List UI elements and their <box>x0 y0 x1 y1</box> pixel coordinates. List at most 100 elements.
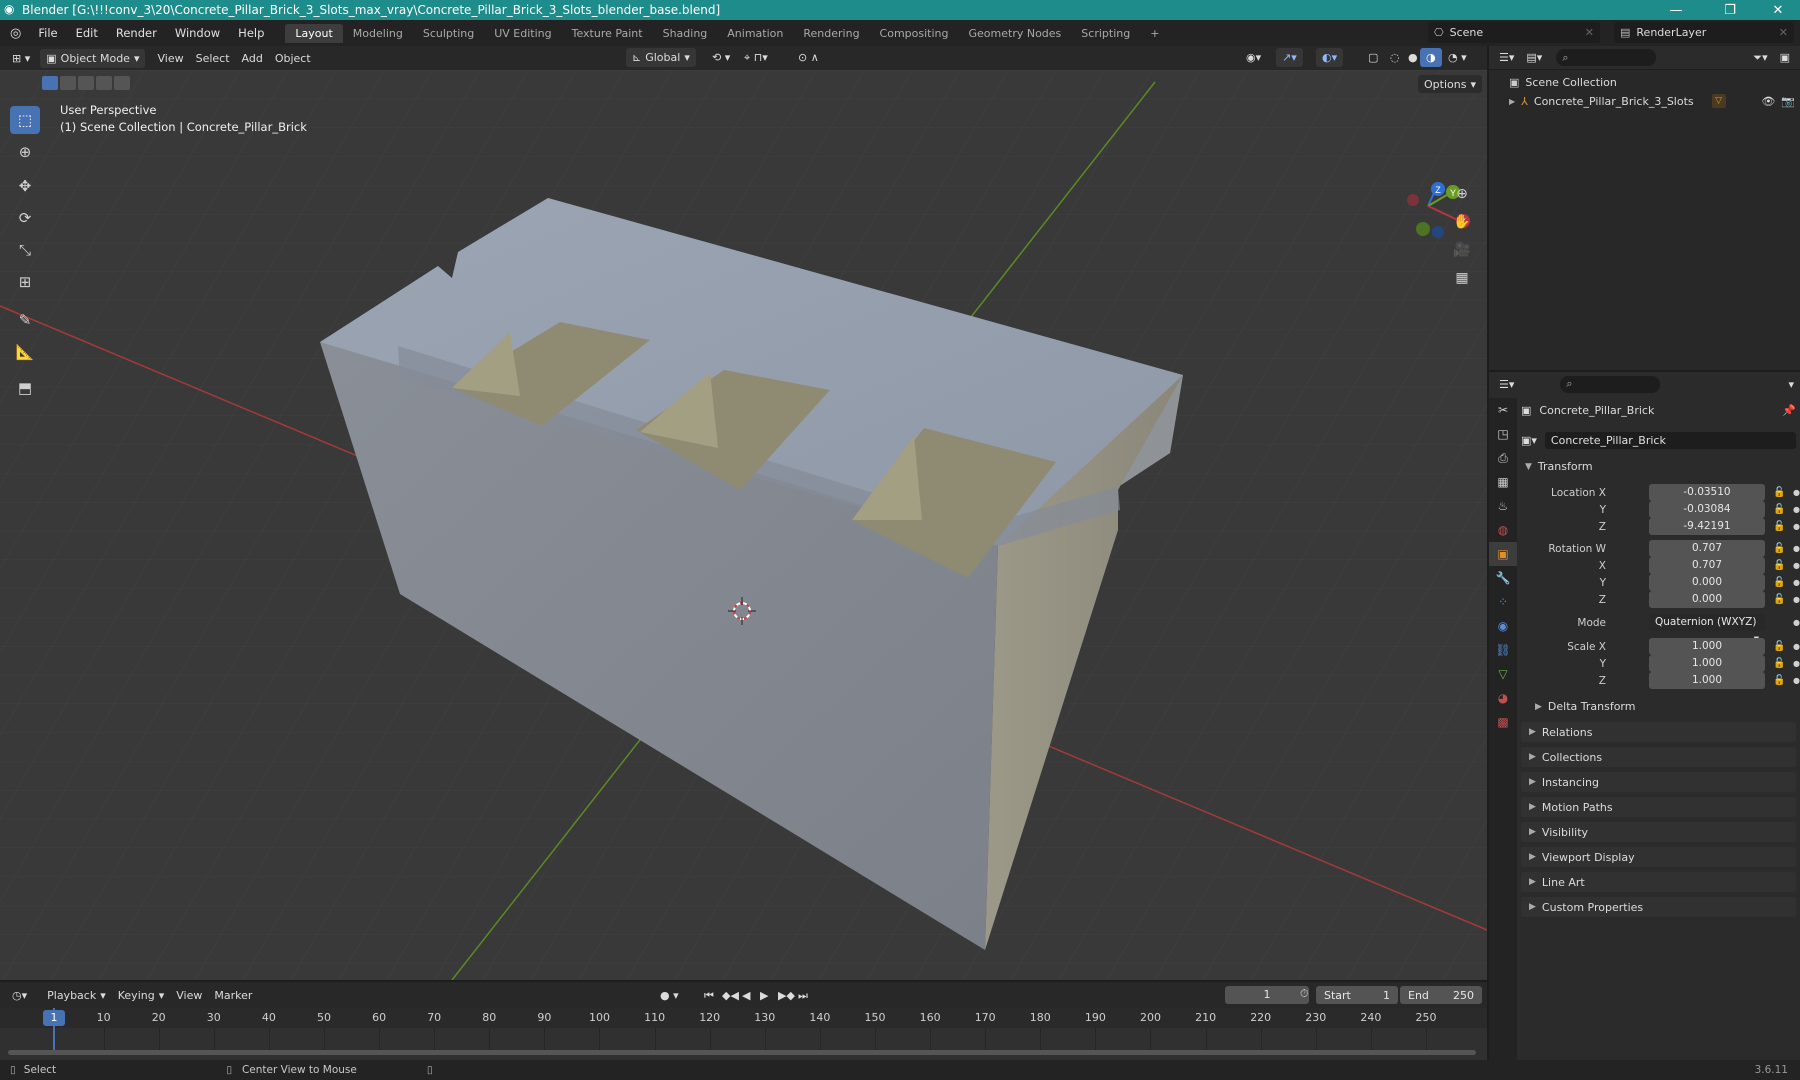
location-z-field[interactable]: -9.42191 <box>1649 518 1765 535</box>
object-data-icon[interactable]: ▽ <box>1711 94 1726 108</box>
tab-layout[interactable]: Layout <box>285 23 343 43</box>
tab-output-icon[interactable]: ⎙ <box>1489 446 1517 470</box>
panel-visibility[interactable]: ▶ Visibility <box>1521 822 1796 842</box>
menu-view[interactable]: View <box>151 49 189 68</box>
outliner-search-input[interactable]: ⌕ <box>1556 49 1657 66</box>
tab-scene-icon[interactable]: ♨ <box>1489 494 1517 518</box>
tab-geometry-nodes[interactable]: Geometry Nodes <box>959 24 1072 43</box>
properties-editor-type-button[interactable]: ☰▾ <box>1493 375 1520 394</box>
menu-marker[interactable]: Marker <box>208 986 258 1005</box>
timeline[interactable]: 10 20 30 40 50 60 70 80 90 100 110 120 130 140 150 160 1… <box>0 1008 1487 1060</box>
tab-data-icon[interactable]: ▽ <box>1489 662 1517 686</box>
tool-cursor[interactable]: ⊕ <box>10 138 40 166</box>
panel-viewport-display[interactable]: ▶ Viewport Display <box>1521 847 1796 867</box>
tool-add-cube[interactable]: ⬒ <box>10 374 40 402</box>
close-button[interactable]: ✕ <box>1756 0 1800 20</box>
tab-modeling[interactable]: Modeling <box>343 24 413 43</box>
tab-object-icon[interactable]: ▣ <box>1489 542 1517 566</box>
tab-shading[interactable]: Shading <box>653 24 718 43</box>
outliner-editor-type-button[interactable]: ☰▾ <box>1493 48 1520 67</box>
scale-x-field[interactable]: 1.000 <box>1649 638 1765 655</box>
timeline-scrollbar[interactable] <box>8 1050 1476 1055</box>
add-workspace-button[interactable]: + <box>1140 24 1169 43</box>
location-y-field[interactable]: -0.03084 <box>1649 501 1765 518</box>
xray-toggle-button[interactable]: ▢ <box>1362 48 1384 67</box>
visibility-eye-icon[interactable]: 👁 <box>1761 95 1775 108</box>
keyframe-dot-icon[interactable]: ● <box>1793 522 1800 531</box>
pin-icon[interactable]: ✕ <box>1585 26 1594 39</box>
pivot-point-button[interactable]: ⟲ ▾ <box>706 48 736 67</box>
tool-annotate[interactable]: ✎ <box>10 306 40 334</box>
render-camera-icon[interactable]: 📷 <box>1781 95 1795 108</box>
keyframe-dot-icon[interactable]: ● <box>1793 659 1800 668</box>
delta-transform-header[interactable]: ▶ Delta Transform <box>1535 698 1796 715</box>
tab-sculpting[interactable]: Sculpting <box>413 24 484 43</box>
viewport-canvas[interactable]: Z Y X <box>0 70 1487 980</box>
3d-viewport[interactable]: Z Y X User Perspective (1) Scene Collect… <box>0 70 1487 980</box>
tab-material-icon[interactable]: ◕ <box>1489 686 1517 710</box>
proportional-edit-button[interactable]: ⊙ ∧ <box>792 48 825 67</box>
zoom-icon[interactable]: ⊕ <box>1450 182 1474 206</box>
keyframe-dot-icon[interactable]: ● <box>1793 544 1800 553</box>
keyframe-dot-icon[interactable]: ● <box>1793 488 1800 497</box>
render-layer-selector[interactable]: ▤ RenderLayer ✕ <box>1614 22 1794 43</box>
menu-file[interactable]: File <box>29 26 66 40</box>
outliner-root-row[interactable]: ▣ Scene Collection <box>1509 76 1617 89</box>
visibility-button[interactable]: ◉▾ <box>1240 48 1267 67</box>
remove-layer-icon[interactable]: ✕ <box>1779 26 1788 39</box>
keyframe-dot-icon[interactable]: ● <box>1793 595 1800 604</box>
keyframe-dot-icon[interactable]: ● <box>1793 676 1800 685</box>
tab-render-icon[interactable]: ◳ <box>1489 422 1517 446</box>
outliner-item-row[interactable]: ▶ ⅄ Concrete_Pillar_Brick_3_Slots ▽ 👁 📷 <box>1509 92 1795 110</box>
scale-z-field[interactable]: 1.000 <box>1649 672 1765 689</box>
menu-timeline-view[interactable]: View <box>170 986 208 1005</box>
tab-texture-icon[interactable]: ▩ <box>1489 710 1517 734</box>
scene-selector[interactable]: ⎔ Scene ✕ <box>1428 22 1600 43</box>
panel-relations[interactable]: ▶ Relations <box>1521 722 1796 742</box>
gizmo-toggle-button[interactable]: ↗▾ <box>1276 48 1303 67</box>
select-extend-icon[interactable] <box>60 76 76 90</box>
lock-icon[interactable]: 🔓 <box>1773 577 1785 588</box>
rotation-w-field[interactable]: 0.707 <box>1649 540 1765 557</box>
lock-icon[interactable]: 🔓 <box>1773 594 1785 605</box>
menu-select[interactable]: Select <box>190 49 236 68</box>
tab-constraints-icon[interactable]: ⛓ <box>1489 638 1517 662</box>
properties-search-input[interactable]: ⌕ <box>1560 375 1661 393</box>
tab-world-icon[interactable]: ◍ <box>1489 518 1517 542</box>
lock-icon[interactable]: 🔓 <box>1773 487 1785 498</box>
tool-measure[interactable]: 📐 <box>10 338 40 366</box>
jump-end-button[interactable]: ⏭ <box>792 986 814 1005</box>
lock-icon[interactable]: 🔓 <box>1773 560 1785 571</box>
display-mode-button[interactable]: ▤▾ <box>1520 48 1548 67</box>
select-intersect-icon[interactable] <box>114 76 130 90</box>
tab-animation[interactable]: Animation <box>717 24 793 43</box>
rotation-y-field[interactable]: 0.000 <box>1649 574 1765 591</box>
editor-type-button[interactable]: ⊞ ▾ <box>6 49 36 68</box>
keyframe-dot-icon[interactable]: ● <box>1793 505 1800 514</box>
select-new-icon[interactable] <box>42 76 58 90</box>
properties-options-icon[interactable]: ▾ <box>1782 375 1800 394</box>
menu-help[interactable]: Help <box>229 26 273 40</box>
minimize-button[interactable]: — <box>1654 0 1698 20</box>
maximize-button[interactable]: ❐ <box>1708 0 1752 20</box>
transform-orientation-dropdown[interactable]: ⊾ Global ▾ <box>626 48 696 67</box>
start-frame-field[interactable]: Start 1 <box>1316 986 1398 1004</box>
preview-range-icon[interactable]: ⏱ <box>1300 987 1309 1001</box>
tab-uv-editing[interactable]: UV Editing <box>484 24 561 43</box>
lock-icon[interactable]: 🔓 <box>1773 658 1785 669</box>
playhead-frame-badge[interactable]: 1 <box>43 1010 65 1026</box>
menu-add[interactable]: Add <box>236 49 269 68</box>
tab-rendering[interactable]: Rendering <box>793 24 869 43</box>
lock-icon[interactable]: 🔓 <box>1773 521 1785 532</box>
panel-custom-properties[interactable]: ▶ Custom Properties <box>1521 897 1796 917</box>
pan-hand-icon[interactable]: ✋ <box>1450 210 1474 234</box>
rotation-mode-dropdown[interactable]: Quaternion (WXYZ) ▾ <box>1649 614 1765 645</box>
object-mode-dropdown[interactable]: ▣ Object Mode ▾ <box>40 48 146 68</box>
tool-transform[interactable]: ⊞ <box>10 268 40 296</box>
menu-playback[interactable]: Playback ▾ <box>41 986 112 1005</box>
keyframe-dot-icon[interactable]: ● <box>1793 561 1800 570</box>
timeline-editor-type-button[interactable]: ◷▾ <box>6 986 33 1005</box>
tab-particles-icon[interactable]: ⁘ <box>1489 590 1517 614</box>
rotation-x-field[interactable]: 0.707 <box>1649 557 1765 574</box>
transform-header[interactable]: ▼ Transform <box>1521 458 1796 475</box>
